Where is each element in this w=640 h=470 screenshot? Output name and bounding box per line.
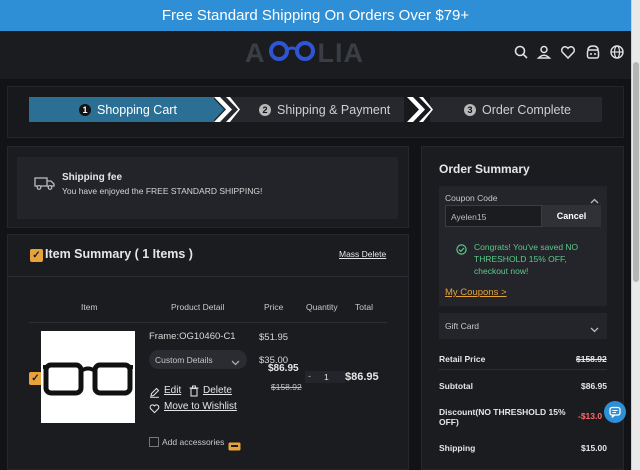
coupon-input[interactable]: Ayelen15 (445, 205, 542, 227)
frame-price: $51.95 (259, 332, 289, 343)
divider (8, 276, 408, 277)
page-scrollbar[interactable] (631, 0, 640, 470)
column-quantity: Quantity (306, 302, 338, 312)
scrollbar-thumb[interactable] (633, 62, 639, 282)
divider (439, 369, 607, 370)
item-summary-title: Item Summary ( 1 Items ) (45, 247, 193, 261)
retail-price-label: Retail Price (439, 354, 486, 364)
step-number: 2 (259, 103, 271, 116)
logo-glasses-icon (267, 38, 317, 69)
coupon-input-value: Ayelen15 (451, 212, 487, 222)
step-number: 1 (79, 103, 91, 116)
coupon-success-line: THRESHOLD 15% OFF, (474, 254, 567, 264)
coupon-success-line: checkout now! (474, 266, 529, 276)
chevron-down-icon (231, 354, 240, 372)
trash-icon[interactable] (188, 384, 200, 402)
discount-label: Discount(NO THRESHOLD 15% OFF) (439, 407, 566, 427)
select-all-checkbox[interactable]: ✓ (30, 249, 43, 262)
discount-label-line: OFF) (439, 417, 459, 427)
account-icon[interactable] (536, 44, 552, 60)
column-product-detail: Product Detail (171, 302, 225, 312)
original-price: $158.92 (271, 382, 302, 392)
frame-sku: Frame:OG10460-C1 (149, 331, 236, 342)
delete-link[interactable]: Delete (203, 385, 232, 396)
success-check-icon (456, 242, 467, 260)
promo-banner: Free Standard Shipping On Orders Over $7… (0, 0, 631, 31)
mass-delete-link[interactable]: Mass Delete (339, 249, 386, 259)
coupon-code-label: Coupon Code (445, 193, 498, 203)
logo-text-right: LIA (317, 37, 364, 68)
unit-price: $86.95 (268, 363, 299, 374)
coupon-success-line: Congrats! You've saved NO (474, 242, 579, 252)
gift-card-label: Gift Card (445, 321, 480, 331)
eyeglasses-icon (43, 362, 133, 396)
product-image[interactable] (41, 331, 135, 423)
line-total: $86.95 (345, 371, 379, 383)
subtotal-label: Subtotal (439, 381, 473, 391)
step-label: Shopping Cart (97, 102, 177, 117)
move-to-wishlist-link[interactable]: Move to Wishlist (164, 401, 237, 412)
shipping-label: Shipping (439, 443, 476, 453)
quantity-value[interactable]: 1 (324, 372, 329, 382)
discount-value: -$13.0 (578, 411, 603, 421)
step-number: 3 (464, 103, 476, 116)
delivery-truck-icon (34, 176, 56, 195)
custom-details-label: Custom Details (155, 355, 213, 365)
custom-details-dropdown[interactable]: Custom Details (149, 350, 247, 369)
cart-bag-icon[interactable] (585, 44, 601, 60)
language-globe-icon[interactable] (609, 44, 625, 60)
order-summary-title: Order Summary (439, 162, 530, 176)
chevron-down-icon (590, 321, 599, 339)
step-order-complete: 3 Order Complete (464, 97, 571, 122)
step-shipping-payment: 2 Shipping & Payment (259, 97, 390, 122)
chat-support-button[interactable] (604, 401, 626, 423)
divider (29, 322, 387, 323)
step-label: Order Complete (482, 102, 571, 117)
step-shopping-cart: 1 Shopping Cart (79, 97, 177, 122)
wishlist-heart-icon[interactable] (560, 44, 576, 60)
accessories-checkbox[interactable] (149, 437, 159, 447)
shipping-fee-text: You have enjoyed the FREE STANDARD SHIPP… (62, 186, 263, 196)
shipping-fee-title: Shipping fee (62, 172, 122, 183)
discount-label-line: Discount(NO THRESHOLD 15% (439, 407, 566, 417)
site-logo[interactable]: A LIA (245, 37, 364, 69)
quantity-stepper[interactable]: - 1 (305, 371, 345, 383)
subtotal-value: $86.95 (581, 381, 607, 391)
shipping-value: $15.00 (581, 443, 607, 453)
column-price: Price (264, 302, 284, 312)
retail-price-value: $158.92 (576, 354, 607, 364)
heart-icon[interactable] (149, 401, 160, 419)
logo-text-left: A (245, 37, 266, 68)
column-total: Total (355, 302, 373, 312)
step-arrow-icon (212, 97, 240, 127)
chat-bubble-icon (609, 406, 621, 418)
decrease-quantity-button[interactable]: - (308, 371, 311, 381)
my-coupons-link[interactable]: My Coupons > (445, 287, 507, 298)
edit-link[interactable]: Edit (164, 385, 181, 396)
column-item: Item (81, 302, 98, 312)
step-label: Shipping & Payment (277, 102, 391, 117)
coupon-success-message: Congrats! You've saved NO THRESHOLD 15% … (474, 241, 578, 277)
search-icon[interactable] (513, 44, 529, 60)
gift-tag-icon (228, 438, 241, 456)
add-accessories-label: Add accessories (162, 437, 225, 447)
cancel-coupon-button[interactable]: Cancel (542, 205, 601, 227)
step-arrow-icon (405, 97, 433, 127)
gift-card-section[interactable]: Gift Card (439, 313, 607, 339)
